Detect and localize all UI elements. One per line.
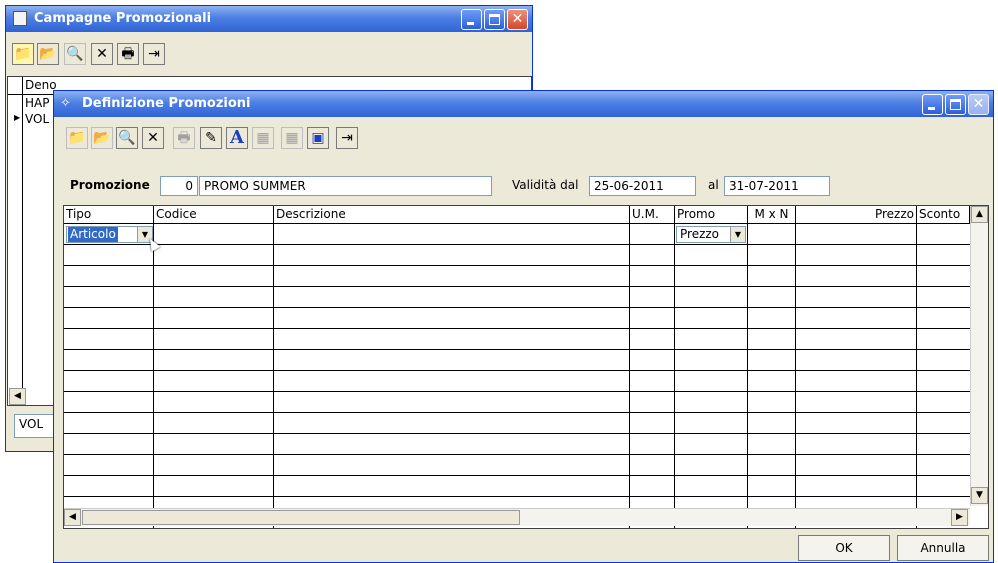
definizione-window: ✧ Definizione Promozioni ✕ 📁 📂 🔍 ✕ 🖶 ✎ A… bbox=[53, 90, 994, 563]
al-label: al bbox=[708, 178, 719, 192]
campagne-row[interactable]: VOL bbox=[25, 112, 49, 126]
font-icon[interactable]: A bbox=[226, 127, 248, 149]
scroll-thumb[interactable] bbox=[82, 510, 520, 525]
document-icon bbox=[13, 11, 27, 26]
annulla-button[interactable]: Annulla bbox=[897, 535, 989, 561]
scroll-left-button[interactable]: ◀ bbox=[9, 388, 26, 405]
vertical-scrollbar[interactable]: ▲ ▼ bbox=[970, 206, 988, 506]
close-button[interactable]: ✕ bbox=[968, 94, 989, 115]
promo-icon: ✧ bbox=[60, 96, 71, 111]
promo-select[interactable]: Prezzo ▼ bbox=[676, 226, 746, 243]
col-prezzo[interactable]: Prezzo bbox=[796, 206, 917, 224]
col-mxn[interactable]: M x N bbox=[748, 206, 796, 224]
edit-icon[interactable]: ✎ bbox=[200, 127, 222, 149]
promo-value: Prezzo bbox=[680, 227, 720, 241]
campagne-title: Campagne Promozionali bbox=[34, 11, 212, 26]
delete-icon[interactable]: ✕ bbox=[142, 127, 164, 149]
definizione-toolbar: 📁 📂 🔍 ✕ 🖶 ✎ A ▦ ▦ ▣ ⇥ bbox=[54, 117, 993, 165]
validita-label: Validità dal bbox=[512, 178, 579, 192]
exit-icon[interactable]: ⇥ bbox=[336, 127, 358, 149]
scroll-down-button[interactable]: ▼ bbox=[971, 487, 988, 504]
tipo-value: Articolo bbox=[68, 227, 118, 242]
definizione-title: Definizione Promozioni bbox=[82, 96, 251, 111]
scroll-right-button[interactable]: ▶ bbox=[951, 509, 968, 526]
campagne-grid-header: Deno bbox=[25, 78, 57, 92]
tipo-select[interactable]: Articolo ▼ bbox=[66, 226, 153, 243]
ok-button[interactable]: OK bbox=[798, 535, 890, 561]
promozione-label: Promozione bbox=[70, 178, 150, 192]
col-sconto[interactable]: Sconto bbox=[917, 206, 970, 224]
promozioni-grid[interactable]: Tipo Codice Descrizione U.M. Promo M x N… bbox=[63, 205, 989, 529]
find-icon[interactable]: 🔍 bbox=[64, 43, 86, 65]
minimize-button[interactable] bbox=[461, 9, 482, 30]
col-um[interactable]: U.M. bbox=[630, 206, 675, 224]
maximize-button[interactable] bbox=[945, 94, 966, 115]
horizontal-scrollbar[interactable]: ◀ ▶ bbox=[64, 508, 970, 526]
date-from-field[interactable]: 25-06-2011 bbox=[589, 176, 696, 196]
definizione-titlebar[interactable]: ✧ Definizione Promozioni ✕ bbox=[54, 91, 993, 117]
scroll-up-button[interactable]: ▲ bbox=[971, 206, 988, 223]
campagne-row[interactable]: HAP bbox=[25, 96, 49, 110]
col-promo[interactable]: Promo bbox=[675, 206, 748, 224]
maximize-button[interactable] bbox=[484, 9, 505, 30]
print-icon[interactable]: 🖶 bbox=[173, 127, 195, 149]
grid-icon[interactable]: ▦ bbox=[252, 127, 274, 149]
close-button[interactable]: ✕ bbox=[507, 9, 528, 30]
row-pointer-icon: ▶ bbox=[14, 113, 21, 122]
delete-icon[interactable]: ✕ bbox=[91, 43, 113, 65]
print-icon[interactable]: 🖶 bbox=[117, 43, 139, 65]
new-folder-icon[interactable]: 📁 bbox=[12, 43, 34, 65]
promozione-name-field[interactable]: PROMO SUMMER bbox=[199, 176, 492, 196]
campagne-titlebar[interactable]: Campagne Promozionali ✕ bbox=[6, 6, 532, 32]
col-descrizione[interactable]: Descrizione bbox=[274, 206, 630, 224]
minimize-button[interactable] bbox=[922, 94, 943, 115]
col-tipo[interactable]: Tipo bbox=[64, 206, 154, 224]
open-folder-icon[interactable]: 📂 bbox=[37, 43, 59, 65]
new-folder-icon[interactable]: 📁 bbox=[66, 127, 88, 149]
copy-icon[interactable]: ▦ bbox=[281, 127, 303, 149]
promozione-number-field[interactable]: 0 bbox=[160, 176, 198, 196]
campagne-toolbar: 📁 📂 🔍 ✕ 🖶 ⇥ bbox=[6, 32, 532, 74]
open-folder-icon[interactable]: 📂 bbox=[91, 127, 113, 149]
chevron-down-icon[interactable]: ▼ bbox=[730, 227, 745, 242]
find-icon[interactable]: 🔍 bbox=[116, 127, 138, 149]
save-icon[interactable]: ▣ bbox=[307, 127, 329, 149]
mouse-cursor-icon bbox=[145, 236, 161, 252]
scroll-left-button[interactable]: ◀ bbox=[64, 509, 81, 526]
date-to-field[interactable]: 31-07-2011 bbox=[724, 176, 830, 196]
exit-icon[interactable]: ⇥ bbox=[143, 43, 165, 65]
col-codice[interactable]: Codice bbox=[154, 206, 274, 224]
